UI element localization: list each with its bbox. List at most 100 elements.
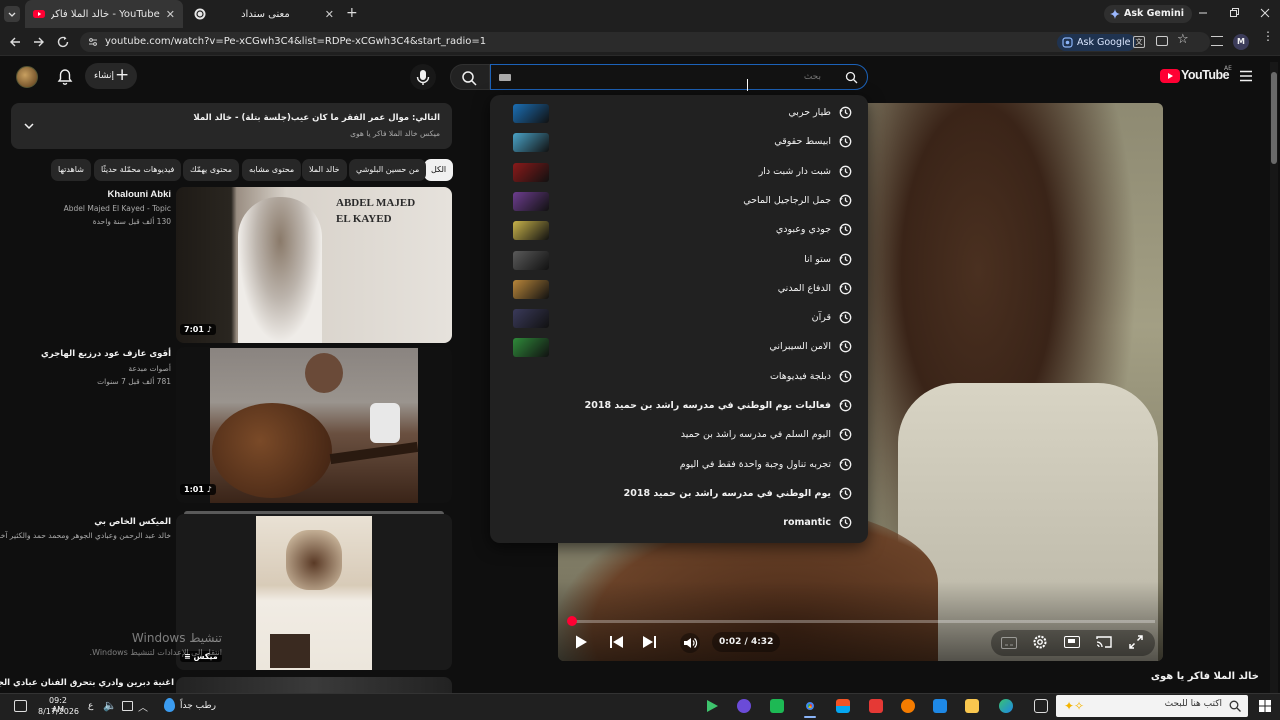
grammarly-like-icon[interactable] [901, 699, 915, 713]
search-input[interactable] [521, 68, 821, 86]
close-icon[interactable]: ✕ [325, 8, 334, 21]
window-close-button[interactable] [1258, 6, 1272, 20]
mail-icon[interactable] [933, 699, 947, 713]
search-suggestion[interactable]: ستو انا [490, 245, 868, 274]
video-editor-icon[interactable] [737, 699, 751, 713]
chrome-icon[interactable] [803, 699, 817, 713]
voice-search-button[interactable] [410, 64, 436, 90]
video-channel[interactable]: Abdel Majed El Kayed - Topic [1, 204, 171, 213]
channel-avatar[interactable] [16, 66, 38, 88]
bookmark-star-icon[interactable]: ☆ [1177, 32, 1189, 47]
settings-button[interactable] [1032, 634, 1048, 650]
android-app-icon[interactable] [770, 699, 784, 713]
search-suggestion[interactable]: الامن السيبراني [490, 332, 868, 361]
tab-youtube[interactable]: YouTube - خالد الملا فاكر يا هوى ✕ [25, 0, 183, 28]
cast-button[interactable] [1096, 635, 1112, 649]
search-suggestion[interactable]: romantic [490, 508, 868, 537]
search-suggestion[interactable]: جمل الرجاجيل الماحي [490, 186, 868, 215]
task-view-icon[interactable] [1034, 699, 1048, 713]
cast-tab-icon[interactable] [1156, 36, 1168, 46]
video-title[interactable]: أقوى عازف عود درزيع الهاجري [1, 349, 171, 359]
tab-second[interactable]: معنى سنداد ✕ [186, 0, 342, 28]
reload-button[interactable] [56, 35, 70, 49]
browser-menu-icon[interactable]: ⋮ [1262, 30, 1274, 42]
tab-list-button[interactable] [4, 6, 20, 22]
weather-text[interactable]: رطب جداً [180, 701, 216, 711]
scrollbar-thumb[interactable] [1271, 72, 1277, 164]
tab-search-icon[interactable] [1211, 36, 1223, 46]
chip-all[interactable]: الكل [424, 159, 454, 181]
theater-mode-button[interactable] [1064, 636, 1080, 648]
search-suggestion[interactable]: شبت دار شبت دار [490, 157, 868, 186]
speaker-icon[interactable]: 🔈 [103, 700, 117, 712]
wps-office-icon[interactable] [869, 699, 883, 713]
close-icon[interactable]: ✕ [166, 8, 175, 21]
search-suggestion[interactable]: طيار حربي [490, 98, 868, 127]
system-tray-chevron-icon[interactable]: ︿ [138, 699, 148, 714]
profile-avatar[interactable]: M [1233, 34, 1249, 50]
network-icon[interactable] [122, 701, 133, 711]
search-suggestion[interactable]: الدفاع المدني [490, 274, 868, 303]
create-button[interactable]: إنشاء + [85, 63, 137, 89]
weather-icon[interactable] [164, 698, 175, 712]
search-keyboard-icon[interactable] [499, 74, 511, 81]
edge-icon[interactable] [999, 699, 1013, 713]
video-channel[interactable]: أصوات مبدعة [1, 364, 171, 373]
mix-thumbnail[interactable]: ≡ ميكس [176, 514, 452, 670]
windows-start-button[interactable] [1259, 700, 1271, 712]
video-thumbnail[interactable]: 1:01 ♪ [176, 347, 452, 503]
page-scrollbar[interactable] [1270, 62, 1278, 693]
play-button[interactable] [573, 634, 589, 650]
store-icon[interactable] [836, 699, 850, 713]
search-suggestion[interactable]: اليوم السلم في مدرسه راشد بن حميد [490, 420, 868, 449]
search-suggestion[interactable]: قرآن [490, 303, 868, 332]
search-suggestion[interactable]: فعاليات يوم الوطني في مدرسه راشد بن حميد… [490, 391, 868, 420]
search-suggestion[interactable]: ابيسط حقوقي [490, 127, 868, 156]
video-title[interactable]: الميكس الخاص بي [1, 517, 171, 527]
notifications-center-icon[interactable] [14, 700, 27, 712]
video-thumbnail[interactable] [176, 677, 452, 693]
previous-button[interactable] [609, 635, 624, 649]
fullscreen-button[interactable] [1129, 635, 1143, 649]
youtube-logo[interactable]: YouTube AE [1160, 65, 1232, 86]
video-title[interactable]: اغنية دبرين وادري بتحرق الفنان عبادي الج… [0, 678, 174, 688]
chip-for-you[interactable]: محتوى يهمّك [183, 159, 240, 181]
chip-khalid-almulla[interactable]: خالد الملا [302, 159, 347, 181]
video-thumbnail[interactable]: ABDEL MAJED EL KAYED 7:01 ♪ [176, 187, 452, 343]
input-language[interactable]: ع [88, 701, 93, 711]
ask-gemini-button[interactable]: Ask Gemini [1104, 5, 1193, 23]
video-channel[interactable]: خالد عبد الرحمن وعبادي الجوهر ومحمد حمد … [0, 531, 171, 540]
taskbar-search-box[interactable]: ✦✧ اكتب هنا للبحث [1056, 695, 1248, 717]
search-suggestion[interactable]: يوم الوطني في مدرسه راشد بن حميد 2018 [490, 479, 868, 508]
microphone-icon [416, 70, 430, 85]
search-submit-button[interactable] [450, 64, 490, 90]
new-tab-button[interactable]: + [346, 6, 358, 20]
next-button[interactable] [642, 635, 657, 649]
search-suggestion[interactable]: جودي وعبودي [490, 215, 868, 244]
subtitles-button[interactable] [1001, 637, 1017, 649]
chip-recently-uploaded[interactable]: فيديوهات محمّلة حديثًا [94, 159, 182, 181]
chip-similar[interactable]: محتوى مشابه [242, 159, 302, 181]
forward-button[interactable] [32, 35, 46, 49]
video-title[interactable]: Khalouni Abki [1, 189, 171, 200]
chip-from-hussein[interactable]: من حسين البلوشي [349, 159, 427, 181]
minimize-button[interactable] [1196, 6, 1210, 20]
notifications-button[interactable] [57, 68, 73, 86]
file-explorer-icon[interactable] [965, 699, 979, 713]
media-player-icon[interactable] [705, 699, 719, 713]
volume-button[interactable] [680, 633, 700, 653]
translate-icon[interactable]: 文 [1133, 36, 1145, 48]
guide-menu-button[interactable] [1239, 70, 1253, 82]
search-suggestion[interactable]: تجربه تناول وجبة واحدة فقط في اليوم [490, 450, 868, 479]
playlist-panel[interactable]: التالي: موال عمر الفقر ما كان عيب(جلسة ب… [11, 103, 452, 149]
taskbar-date[interactable]: 8/17/2026 [38, 707, 79, 716]
expand-chevron-icon[interactable] [23, 120, 35, 132]
restore-button[interactable] [1227, 6, 1241, 20]
chip-watched[interactable]: شاهدتها [51, 159, 91, 181]
back-button[interactable] [8, 35, 22, 49]
search-suggestion[interactable]: دبلجة فيديوهات [490, 362, 868, 391]
progress-bar[interactable] [567, 616, 1155, 626]
ask-google-button[interactable]: Ask Google [1057, 34, 1137, 51]
address-bar[interactable]: youtube.com/watch?v=Pe-xCGwh3C4&list=RDP… [80, 32, 1210, 52]
search-field[interactable] [490, 64, 868, 90]
